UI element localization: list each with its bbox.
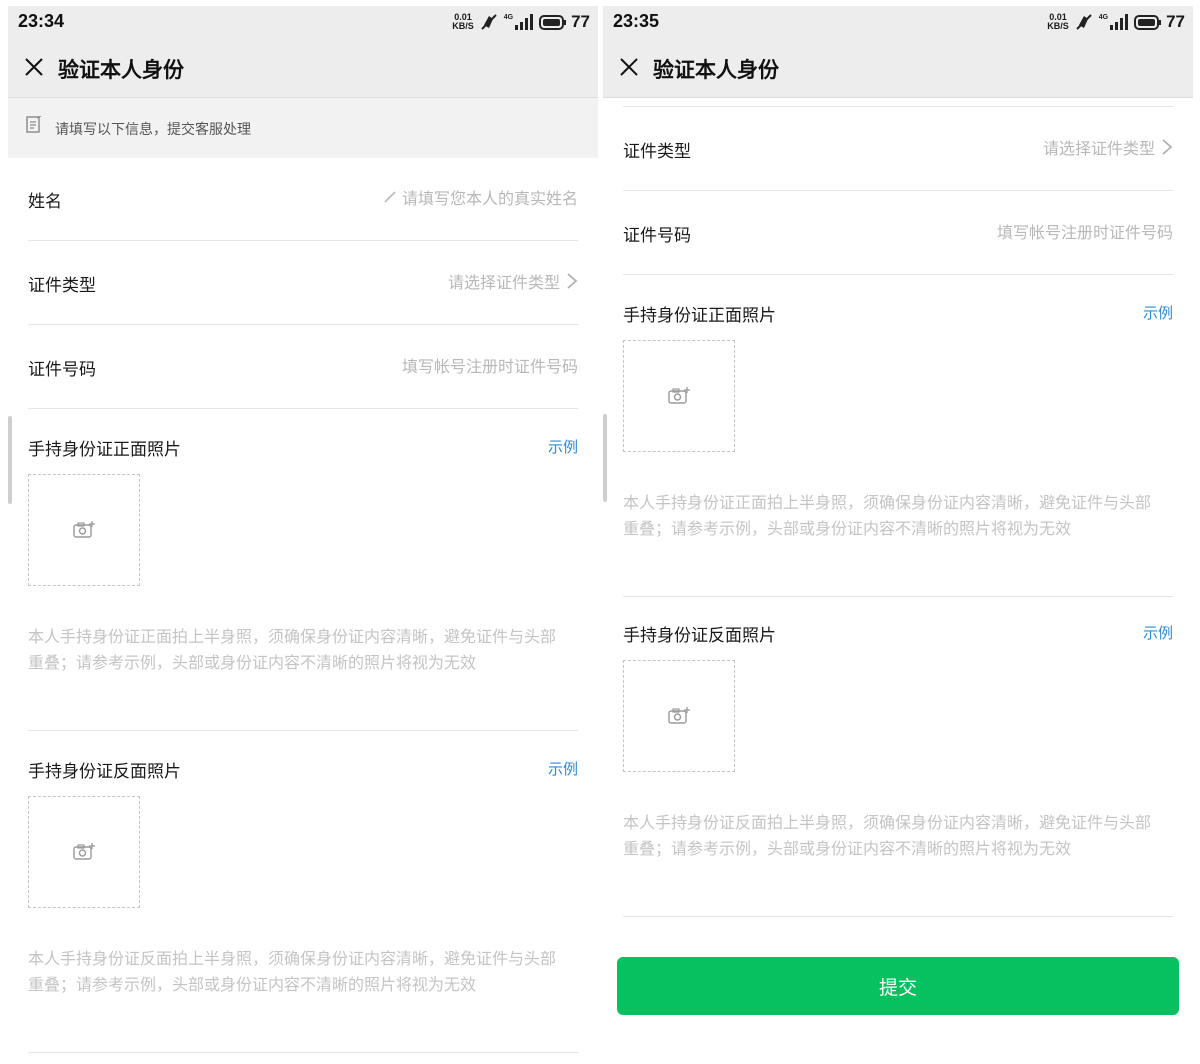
network-speed-unit: KB/S [1047, 21, 1069, 31]
mute-icon [1076, 14, 1092, 30]
name-field-placeholder: 请填写您本人的真实姓名 [401, 189, 578, 208]
back-photo-title: 手持身份证反面照片 [623, 626, 776, 646]
notice-banner: 请填写以下信息，提交客服处理 [8, 98, 598, 158]
status-icons: 0.01 KB/S 4G 77 [1047, 11, 1185, 33]
page-title: 验证本人身份 [653, 58, 779, 82]
signal-icon [515, 14, 534, 30]
camera-add-icon [73, 521, 95, 538]
submit-button[interactable]: 提交 [617, 957, 1179, 1015]
status-bar: 23:34 0.01 KB/S 4G 77 [8, 6, 598, 38]
id-type-placeholder: 请选择证件类型 [1042, 139, 1155, 158]
back-photo-section: 手持身份证反面照片 示例 本人手持身份证反面拍上半身照，须确保身份证内容清晰，避… [623, 594, 1173, 917]
close-icon[interactable] [617, 55, 641, 79]
chevron-right-icon [567, 273, 578, 289]
network-speed: 0.01 KB/S [1047, 13, 1069, 31]
battery-icon [1134, 14, 1162, 30]
name-field-label: 姓名 [28, 192, 62, 212]
id-number-input[interactable]: 填写帐号注册时证件号码 [997, 219, 1173, 243]
divider [623, 106, 1173, 107]
back-photo-hint: 本人手持身份证反面拍上半身照，须确保身份证内容清晰，避免证件与头部重叠；请参考示… [623, 813, 1152, 858]
battery-level: 77 [571, 12, 590, 31]
front-photo-upload[interactable] [28, 474, 140, 586]
front-photo-example-link[interactable]: 示例 [548, 436, 578, 457]
nav-bar: 验证本人身份 [8, 38, 598, 98]
id-number-row[interactable]: 证件号码 填写帐号注册时证件号码 [28, 326, 578, 409]
id-type-row[interactable]: 证件类型 请选择证件类型 [28, 242, 578, 325]
id-type-label: 证件类型 [623, 142, 691, 162]
page-title: 验证本人身份 [58, 58, 184, 82]
left-screen: 23:34 0.01 KB/S 4G 77 验证本人身份 请填写以下信息，提交客… [8, 6, 598, 1058]
front-photo-hint: 本人手持身份证正面拍上半身照，须确保身份证内容清晰，避免证件与头部重叠；请参考示… [28, 627, 557, 672]
front-photo-section: 手持身份证正面照片 示例 本人手持身份证正面拍上半身照，须确保身份证内容清晰，避… [623, 274, 1173, 597]
signal-type-label: 4G [1098, 13, 1109, 21]
back-photo-upload[interactable] [28, 796, 140, 908]
battery-icon [539, 14, 567, 30]
back-photo-example-link[interactable]: 示例 [548, 758, 578, 779]
pencil-icon [384, 191, 396, 203]
network-speed-unit: KB/S [452, 21, 474, 31]
front-photo-title: 手持身份证正面照片 [28, 440, 181, 460]
signal-icon [1110, 14, 1129, 30]
status-icons: 0.01 KB/S 4G 77 [452, 11, 590, 33]
back-photo-section: 手持身份证反面照片 示例 本人手持身份证反面拍上半身照，须确保身份证内容清晰，避… [28, 730, 578, 1053]
mute-icon [481, 14, 497, 30]
id-type-select[interactable]: 请选择证件类型 [1043, 135, 1173, 159]
battery: 77 [1134, 12, 1185, 32]
status-bar: 23:35 0.01 KB/S 4G 77 [603, 6, 1193, 38]
name-field-input[interactable]: 请填写您本人的真实姓名 [384, 185, 578, 209]
back-photo-example-link[interactable]: 示例 [1143, 622, 1173, 643]
id-type-row[interactable]: 证件类型 请选择证件类型 [623, 108, 1173, 191]
notice-edit-icon [26, 116, 42, 133]
scrollbar[interactable] [8, 416, 12, 504]
id-number-input[interactable]: 填写帐号注册时证件号码 [402, 353, 578, 377]
id-number-row[interactable]: 证件号码 填写帐号注册时证件号码 [623, 192, 1173, 275]
front-photo-example-link[interactable]: 示例 [1143, 302, 1173, 323]
id-number-placeholder: 填写帐号注册时证件号码 [401, 357, 578, 376]
close-icon[interactable] [22, 55, 46, 79]
network-speed: 0.01 KB/S [452, 13, 474, 31]
status-time: 23:34 [18, 11, 65, 31]
id-number-label: 证件号码 [623, 226, 691, 246]
signal-type-label: 4G [503, 13, 514, 21]
id-type-label: 证件类型 [28, 276, 96, 296]
right-screen: 23:35 0.01 KB/S 4G 77 验证本人身份 证件类型 请选择证件类… [603, 6, 1193, 1058]
back-photo-hint: 本人手持身份证反面拍上半身照，须确保身份证内容清晰，避免证件与头部重叠；请参考示… [28, 949, 557, 994]
id-number-placeholder: 填写帐号注册时证件号码 [996, 223, 1173, 242]
camera-add-icon [668, 387, 690, 404]
front-photo-title: 手持身份证正面照片 [623, 306, 776, 326]
camera-add-icon [668, 707, 690, 724]
status-time: 23:35 [613, 11, 660, 31]
notice-text: 请填写以下信息，提交客服处理 [55, 122, 251, 138]
front-photo-hint: 本人手持身份证正面拍上半身照，须确保身份证内容清晰，避免证件与头部重叠；请参考示… [623, 493, 1152, 538]
battery: 77 [539, 12, 590, 32]
back-photo-title: 手持身份证反面照片 [28, 762, 181, 782]
scrollbar[interactable] [603, 414, 607, 502]
camera-add-icon [73, 843, 95, 860]
front-photo-upload[interactable] [623, 340, 735, 452]
back-photo-upload[interactable] [623, 660, 735, 772]
id-type-select[interactable]: 请选择证件类型 [448, 269, 578, 293]
chevron-right-icon [1162, 139, 1173, 155]
name-field-row[interactable]: 姓名 请填写您本人的真实姓名 [28, 158, 578, 241]
battery-level: 77 [1166, 12, 1185, 31]
id-type-placeholder: 请选择证件类型 [447, 273, 560, 292]
nav-bar: 验证本人身份 [603, 38, 1193, 98]
id-number-label: 证件号码 [28, 360, 96, 380]
front-photo-section: 手持身份证正面照片 示例 本人手持身份证正面拍上半身照，须确保身份证内容清晰，避… [28, 408, 578, 731]
